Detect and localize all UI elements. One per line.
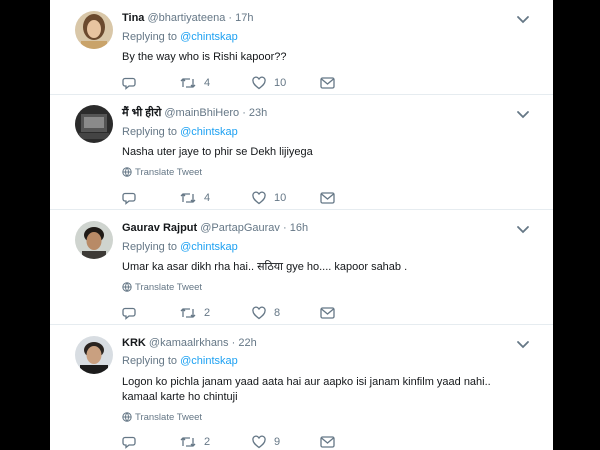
like-button[interactable]: 10 — [252, 190, 286, 206]
dm-button[interactable] — [320, 434, 343, 450]
like-count: 10 — [274, 192, 287, 204]
translate-label: Translate Tweet — [135, 412, 203, 423]
tweet-text-line-2: kamaal karte ho chintuji — [122, 391, 238, 403]
retweet-icon — [180, 78, 196, 88]
user-handle[interactable]: @mainBhiHero — [164, 107, 239, 119]
heart-icon — [252, 191, 266, 205]
envelope-icon — [320, 192, 335, 204]
retweet-count: 2 — [204, 436, 211, 448]
tweet-actions: 4 10 — [122, 75, 382, 91]
replying-label: Replying to — [122, 126, 178, 138]
reply-button[interactable] — [122, 75, 144, 91]
avatar[interactable] — [75, 336, 113, 374]
dm-button[interactable] — [320, 305, 343, 321]
translate-tweet-link[interactable]: Translate Tweet — [122, 281, 202, 295]
globe-icon — [122, 167, 132, 177]
tweet[interactable]: Tina @bhartiyateena · 17h Replying to @c… — [50, 0, 553, 95]
dm-button[interactable] — [320, 75, 343, 91]
retweet-icon — [180, 437, 196, 447]
replying-label: Replying to — [122, 241, 178, 253]
translate-label: Translate Tweet — [135, 282, 203, 293]
user-handle[interactable]: @PartapGaurav — [200, 222, 280, 234]
chevron-down-icon[interactable] — [515, 337, 531, 353]
retweet-icon — [180, 308, 196, 318]
tweet-actions: 2 9 — [122, 434, 382, 450]
like-count: 9 — [274, 436, 281, 448]
display-name[interactable]: KRK — [122, 337, 146, 349]
like-button[interactable]: 9 — [252, 434, 280, 450]
user-handle[interactable]: @bhartiyateena — [147, 12, 225, 24]
mention-link[interactable]: @chintskap — [180, 31, 238, 43]
tweet[interactable]: मैं भी हीरो @mainBhiHero · 23h Replying … — [50, 95, 553, 210]
user-handle[interactable]: @kamaalrkhans — [149, 337, 229, 349]
globe-icon — [122, 412, 132, 422]
retweet-button[interactable]: 2 — [180, 434, 210, 450]
retweet-button[interactable]: 4 — [180, 190, 210, 206]
like-button[interactable]: 8 — [252, 305, 280, 321]
reply-icon — [122, 436, 136, 449]
tweet[interactable]: KRK @kamaalrkhans · 22h Replying to @chi… — [50, 325, 553, 450]
display-name[interactable]: मैं भी हीरो — [122, 107, 161, 119]
translate-label: Translate Tweet — [135, 167, 203, 178]
tweet[interactable]: Gaurav Rajput @PartapGaurav · 16h Replyi… — [50, 210, 553, 325]
replies-panel: Tina @bhartiyateena · 17h Replying to @c… — [50, 0, 553, 450]
reply-icon — [122, 307, 136, 320]
separator-dot: · — [242, 107, 246, 119]
retweet-count: 4 — [204, 77, 211, 89]
retweet-icon — [180, 193, 196, 203]
reply-button[interactable] — [122, 305, 144, 321]
tweet-text-line-1: Logon ko pichla janam yaad aata hai aur … — [122, 376, 491, 388]
envelope-icon — [320, 307, 335, 319]
retweet-count: 2 — [204, 307, 211, 319]
timestamp[interactable]: 23h — [249, 107, 267, 119]
retweet-count: 4 — [204, 192, 211, 204]
display-name[interactable]: Gaurav Rajput — [122, 222, 197, 234]
replying-label: Replying to — [122, 355, 178, 367]
timestamp[interactable]: 16h — [290, 222, 308, 234]
like-count: 10 — [274, 77, 287, 89]
envelope-icon — [320, 436, 335, 448]
tweet-actions: 2 8 — [122, 305, 382, 321]
reply-icon — [122, 192, 136, 205]
timestamp[interactable]: 17h — [235, 12, 253, 24]
retweet-button[interactable]: 4 — [180, 75, 210, 91]
retweet-button[interactable]: 2 — [180, 305, 210, 321]
like-count: 8 — [274, 307, 281, 319]
chevron-down-icon[interactable] — [515, 12, 531, 28]
avatar[interactable] — [75, 221, 113, 259]
separator-dot: · — [231, 337, 236, 349]
avatar[interactable] — [75, 105, 113, 143]
timestamp[interactable]: 22h — [238, 337, 256, 349]
heart-icon — [252, 306, 266, 320]
separator-dot: · — [282, 222, 287, 234]
translate-tweet-link[interactable]: Translate Tweet — [122, 166, 202, 180]
mention-link[interactable]: @chintskap — [180, 355, 238, 367]
chevron-down-icon[interactable] — [515, 222, 531, 238]
display-name[interactable]: Tina — [122, 12, 144, 24]
like-button[interactable]: 10 — [252, 75, 286, 91]
translate-tweet-link[interactable]: Translate Tweet — [122, 411, 202, 425]
replying-label: Replying to — [122, 31, 178, 43]
globe-icon — [122, 282, 132, 292]
mention-link[interactable]: @chintskap — [180, 126, 238, 138]
heart-icon — [252, 435, 266, 449]
tweet-text: By the way who is Rishi kapoor?? — [122, 51, 287, 63]
tweet-text: Umar ka asar dikh rha hai.. सठिया gye ho… — [122, 261, 408, 273]
reply-button[interactable] — [122, 190, 144, 206]
chevron-down-icon[interactable] — [515, 107, 531, 123]
envelope-icon — [320, 77, 335, 89]
separator-dot: · — [228, 12, 233, 24]
avatar[interactable] — [75, 11, 113, 49]
dm-button[interactable] — [320, 190, 343, 206]
heart-icon — [252, 76, 266, 90]
tweet-text: Nasha uter jaye to phir se Dekh lijiyega — [122, 146, 313, 158]
reply-button[interactable] — [122, 434, 144, 450]
reply-icon — [122, 77, 136, 90]
mention-link[interactable]: @chintskap — [180, 241, 238, 253]
tweet-actions: 4 10 — [122, 190, 382, 206]
